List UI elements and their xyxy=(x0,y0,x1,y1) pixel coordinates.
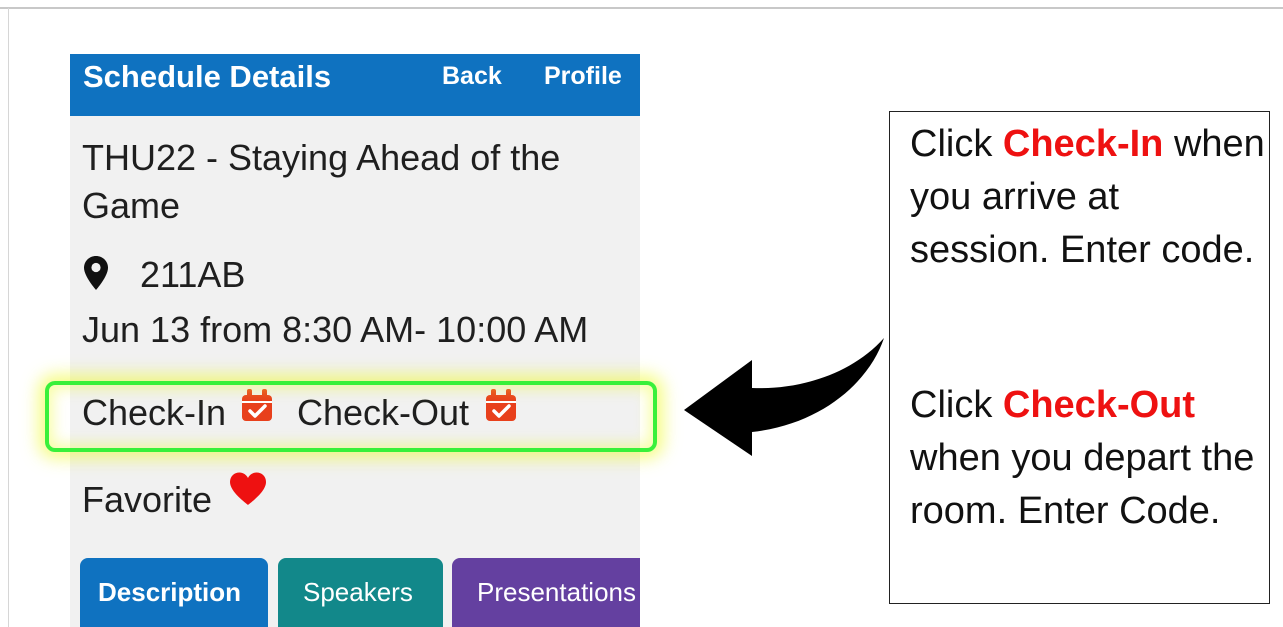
instruction-text: when you depart the room. Enter Code. xyxy=(910,437,1255,532)
frame-left-border xyxy=(8,8,9,627)
check-out-instruction: Click Check-Out when you depart the room… xyxy=(910,379,1265,538)
tab-label: Description xyxy=(98,577,242,607)
back-button[interactable]: Back xyxy=(442,62,502,91)
check-in-instruction: Click Check-In when you arrive at sessio… xyxy=(910,118,1265,277)
app-header: Schedule Details Back Profile xyxy=(70,54,640,116)
favorite-label[interactable]: Favorite xyxy=(82,479,212,521)
page-title: Schedule Details xyxy=(83,59,332,94)
heart-icon[interactable] xyxy=(228,471,268,507)
phone-screen: Schedule Details Back Profile THU22 - St… xyxy=(70,54,640,627)
frame-top-border xyxy=(0,7,1283,9)
map-pin-icon xyxy=(84,256,108,290)
check-in-emphasis: Check-In xyxy=(1002,123,1164,165)
arrow-left-icon xyxy=(684,338,884,456)
tab-description[interactable]: Description xyxy=(80,558,268,627)
instruction-callout: Click Check-In when you arrive at sessio… xyxy=(889,111,1270,604)
instruction-prefix: Click xyxy=(910,123,993,165)
checkin-highlight-box xyxy=(45,381,657,452)
tab-label: Speakers xyxy=(303,577,413,607)
instruction-prefix: Click xyxy=(910,384,993,426)
check-out-emphasis: Check-Out xyxy=(1002,384,1196,426)
profile-button[interactable]: Profile xyxy=(544,62,622,91)
tab-presentations[interactable]: Presentations xyxy=(452,558,640,627)
session-location: 211AB xyxy=(140,254,246,295)
session-time: Jun 13 from 8:30 AM- 10:00 AM xyxy=(82,309,589,350)
tab-speakers[interactable]: Speakers xyxy=(278,558,443,627)
tab-label: Presentations xyxy=(477,577,636,607)
session-title: THU22 - Staying Ahead of the Game xyxy=(82,137,561,226)
